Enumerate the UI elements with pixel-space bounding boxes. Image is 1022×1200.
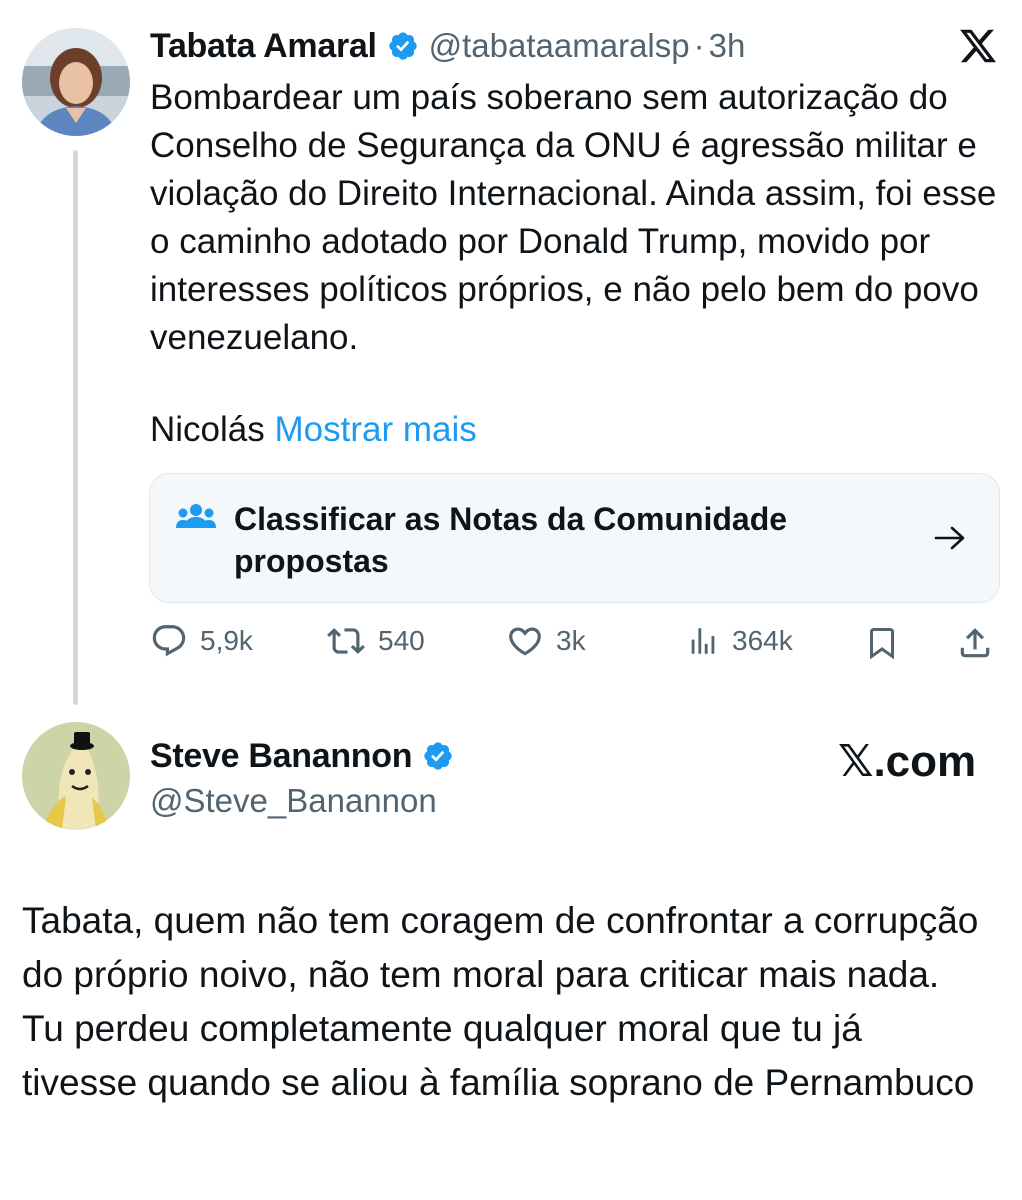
tweet-text: Bombardear um país soberano sem autoriza… (150, 78, 997, 357)
show-more-link[interactable]: Mostrar mais (275, 410, 477, 449)
reply-count: 5,9k (200, 625, 253, 656)
retweet-count: 540 (378, 625, 425, 656)
like-count: 3k (556, 625, 586, 656)
arrow-right-icon[interactable] (932, 522, 968, 554)
reply-button[interactable]: 5,9k (150, 622, 253, 660)
reply-text: Tabata, quem não tem coragem de confront… (22, 900, 979, 1103)
separator-dot: · (693, 27, 705, 64)
tweet-time[interactable]: 3h (709, 27, 746, 65)
x-com-watermark: 𝕏.com (838, 737, 977, 786)
share-icon[interactable] (956, 624, 994, 662)
views-button[interactable]: 364k (686, 622, 793, 660)
truncated-word: Nicolás (150, 410, 265, 449)
x-logo-icon[interactable] (958, 26, 998, 66)
community-notes-label[interactable]: Classificar as Notas da Comunidade propo… (234, 498, 874, 582)
reply-author-handle[interactable]: @Steve_Banannon (150, 782, 437, 820)
avatar[interactable] (22, 28, 130, 136)
verified-badge-icon (387, 30, 419, 62)
community-icon (176, 501, 216, 533)
author-name[interactable]: Tabata Amaral (150, 27, 377, 66)
thread-connector-line (73, 150, 78, 705)
retweet-icon (327, 628, 365, 654)
reply-author-name[interactable]: Steve Banannon (150, 737, 413, 776)
reply-header: Steve Banannon (150, 734, 454, 778)
author-handle[interactable]: @tabataamaralsp (429, 27, 690, 65)
views-chart-icon (691, 628, 715, 654)
views-count: 364k (732, 625, 793, 656)
reply-icon (152, 625, 186, 657)
bookmark-icon[interactable] (864, 624, 900, 662)
heart-icon (509, 627, 541, 656)
avatar[interactable] (22, 722, 130, 830)
retweet-button[interactable]: 540 (326, 622, 425, 660)
like-button[interactable]: 3k (506, 622, 586, 660)
show-more-row: Nicolás Mostrar mais (150, 406, 1000, 454)
community-notes-box[interactable]: Classificar as Notas da Comunidade propo… (149, 473, 1000, 603)
verified-badge-icon (422, 740, 454, 772)
tweet-header: Tabata Amaral @tabataamaralsp · 3h (150, 24, 745, 68)
